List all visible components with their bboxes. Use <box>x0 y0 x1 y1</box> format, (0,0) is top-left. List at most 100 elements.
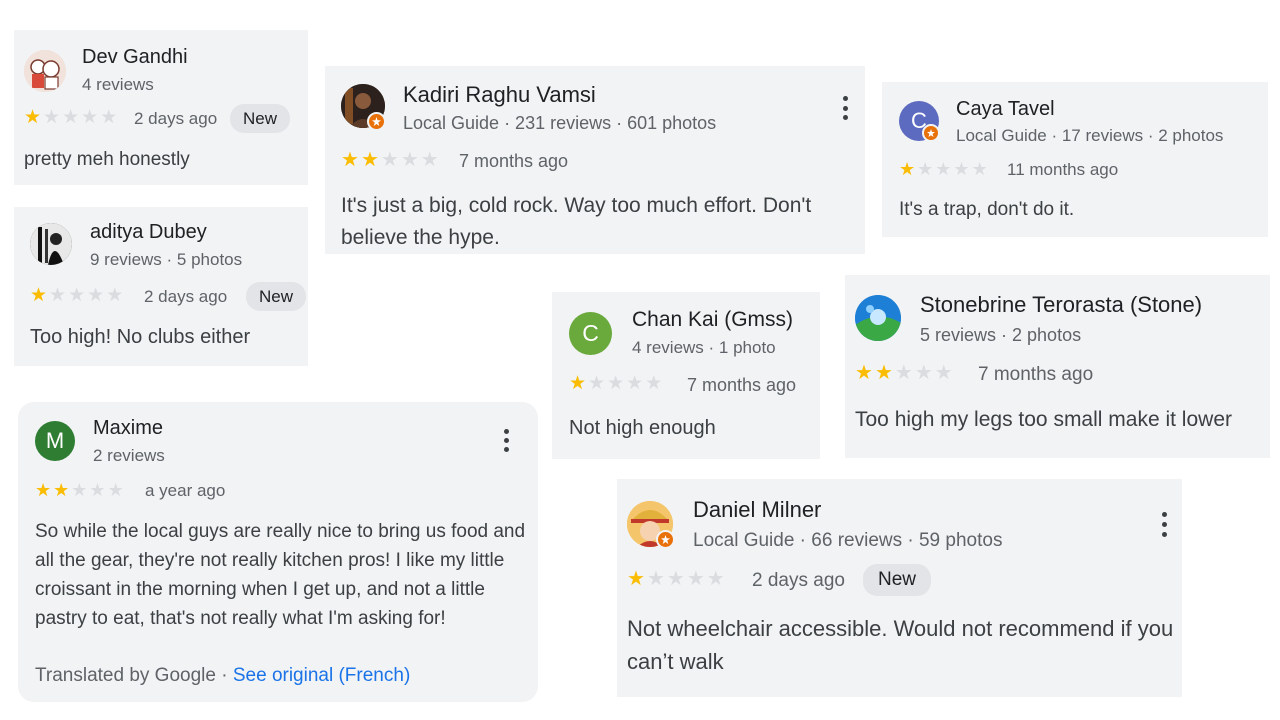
star-empty-icon: ★ <box>706 568 727 590</box>
local-guide-icon <box>922 124 940 142</box>
star-empty-icon: ★ <box>588 373 608 394</box>
more-options-icon[interactable] <box>503 429 509 452</box>
star-empty-icon: ★ <box>420 149 441 171</box>
review-date: a year ago <box>145 481 226 500</box>
review-date: 2 days ago <box>134 109 218 128</box>
star-empty-icon: ★ <box>380 149 401 171</box>
review-card-stonebrine-terorasta: Stonebrine Terorasta (Stone) 5 reviews ·… <box>845 275 1270 458</box>
reviewer-meta: 4 reviews · 1 photo <box>632 338 776 357</box>
star-empty-icon: ★ <box>107 480 126 500</box>
reviewer-meta: 2 reviews <box>93 446 165 465</box>
user-avatar[interactable] <box>24 50 66 92</box>
star-empty-icon: ★ <box>68 285 88 306</box>
review-text: It's just a big, cold rock. Way too much… <box>341 194 812 249</box>
star-empty-icon: ★ <box>71 480 90 500</box>
star-empty-icon: ★ <box>607 373 627 394</box>
star-rating: ★★★★★ <box>569 374 664 393</box>
star-empty-icon: ★ <box>626 373 646 394</box>
user-avatar[interactable]: M <box>35 421 75 461</box>
star-empty-icon: ★ <box>646 568 667 590</box>
review-card-chan-kai: C Chan Kai (Gmss) 4 reviews · 1 photo ★★… <box>552 292 820 459</box>
star-empty-icon: ★ <box>934 362 955 384</box>
reviewer-meta: 5 reviews · 2 photos <box>920 325 1082 345</box>
reviewer-meta: Local Guide · 231 reviews · 601 photos <box>403 113 717 133</box>
star-empty-icon: ★ <box>971 159 990 179</box>
review-text: Not wheelchair accessible. Would not rec… <box>627 616 1174 674</box>
review-date: 11 months ago <box>1007 160 1119 179</box>
reviewer-name[interactable]: Daniel Milner <box>693 497 821 523</box>
reviewer-name[interactable]: Dev Gandhi <box>82 46 188 69</box>
review-date: 7 months ago <box>687 375 797 395</box>
review-card-aditya-dubey: aditya Dubey 9 reviews · 5 photos ★★★★★ … <box>14 207 308 366</box>
star-rating: ★★★★★ <box>627 569 727 589</box>
reviewer-name[interactable]: Kadiri Raghu Vamsi <box>403 82 596 108</box>
reviewer-name[interactable]: aditya Dubey <box>90 221 207 244</box>
more-options-icon[interactable] <box>1161 512 1167 537</box>
see-original-link[interactable]: See original (French) <box>233 665 410 686</box>
review-text: pretty meh honestly <box>24 149 190 170</box>
review-date: 7 months ago <box>978 364 1094 385</box>
review-date: 2 days ago <box>144 287 228 306</box>
star-empty-icon: ★ <box>62 107 82 128</box>
review-text: It's a trap, don't do it. <box>899 199 1075 220</box>
star-empty-icon: ★ <box>686 568 707 590</box>
review-card-maxime: M Maxime 2 reviews ★★★★★ a year ago So w… <box>18 402 538 702</box>
star-empty-icon: ★ <box>935 159 954 179</box>
reviewer-name[interactable]: Chan Kai (Gmss) <box>632 308 793 332</box>
local-guide-icon <box>367 112 386 131</box>
user-avatar[interactable]: C <box>569 312 612 355</box>
star-filled-icon: ★ <box>360 149 381 171</box>
review-card-daniel-milner: Daniel Milner Local Guide · 66 reviews ·… <box>617 479 1182 697</box>
star-empty-icon: ★ <box>100 107 120 128</box>
reviewer-meta: Local Guide · 66 reviews · 59 photos <box>693 530 1003 551</box>
star-filled-icon: ★ <box>30 285 50 306</box>
user-avatar[interactable] <box>855 295 901 341</box>
star-empty-icon: ★ <box>645 373 665 394</box>
reviewer-name[interactable]: Stonebrine Terorasta (Stone) <box>920 292 1202 318</box>
review-card-dev-gandhi: Dev Gandhi 4 reviews ★★★★★ 2 days ago Ne… <box>14 30 308 185</box>
review-date: 2 days ago <box>752 570 845 591</box>
new-badge: New <box>230 104 290 133</box>
star-filled-icon: ★ <box>899 159 918 179</box>
reviewer-meta: Local Guide · 17 reviews · 2 photos <box>956 126 1224 145</box>
translation-note: Translated by Google · See original (Fre… <box>35 665 410 687</box>
translated-by-label: Translated by Google <box>35 665 216 686</box>
more-options-icon[interactable] <box>842 96 848 120</box>
star-empty-icon: ★ <box>87 285 107 306</box>
star-rating: ★★★★★ <box>30 286 125 305</box>
review-text: Not high enough <box>569 417 716 439</box>
star-empty-icon: ★ <box>81 107 101 128</box>
star-filled-icon: ★ <box>341 149 361 171</box>
star-filled-icon: ★ <box>855 362 875 384</box>
reviewer-name[interactable]: Maxime <box>93 417 163 440</box>
reviewer-meta: 4 reviews <box>82 75 154 94</box>
star-rating: ★★★★★ <box>35 481 126 499</box>
star-rating: ★★★★★ <box>855 363 955 383</box>
star-empty-icon: ★ <box>914 362 935 384</box>
review-date: 7 months ago <box>459 151 569 171</box>
star-empty-icon: ★ <box>666 568 687 590</box>
star-filled-icon: ★ <box>35 480 54 500</box>
review-text: Too high my legs too small make it lower <box>855 408 1232 431</box>
star-empty-icon: ★ <box>106 285 126 306</box>
star-filled-icon: ★ <box>24 107 44 128</box>
local-guide-icon <box>656 530 675 549</box>
user-avatar[interactable] <box>30 223 72 265</box>
star-empty-icon: ★ <box>89 480 108 500</box>
star-empty-icon: ★ <box>43 107 63 128</box>
review-text: Too high! No clubs either <box>30 326 251 348</box>
new-badge: New <box>863 564 931 596</box>
star-rating: ★★★★★ <box>899 160 990 178</box>
star-empty-icon: ★ <box>400 149 421 171</box>
star-filled-icon: ★ <box>627 568 647 590</box>
star-filled-icon: ★ <box>53 480 72 500</box>
new-badge: New <box>246 282 306 311</box>
star-empty-icon: ★ <box>953 159 972 179</box>
star-rating: ★★★★★ <box>341 150 441 170</box>
reviewer-name[interactable]: Caya Tavel <box>956 98 1055 121</box>
star-filled-icon: ★ <box>569 373 589 394</box>
star-rating: ★★★★★ <box>24 108 119 127</box>
star-empty-icon: ★ <box>917 159 936 179</box>
review-card-caya-tavel: C Caya Tavel Local Guide · 17 reviews · … <box>882 82 1268 237</box>
star-empty-icon: ★ <box>49 285 69 306</box>
